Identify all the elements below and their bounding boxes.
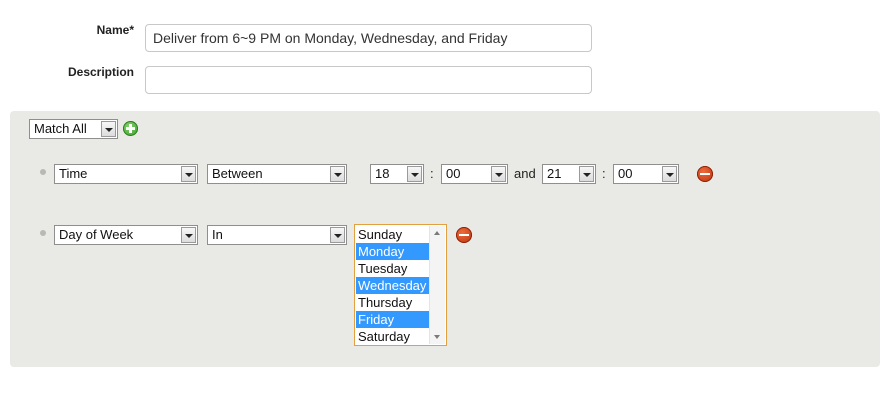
chevron-down-icon [330,227,345,243]
end-minute-value: 00 [618,166,633,181]
rule-bullet [40,169,46,175]
match-mode-select[interactable]: Match All [29,119,118,139]
plus-circle-icon[interactable] [123,121,138,136]
name-label: Name* [96,23,134,37]
end-hour-select[interactable]: 21 [542,164,596,184]
day-rule-operator-value: In [212,227,223,242]
day-option[interactable]: Monday [356,243,430,260]
start-hour-select[interactable]: 18 [370,164,424,184]
start-minute-value: 00 [446,166,461,181]
day-option[interactable]: Wednesday [356,277,430,294]
time-rule-operator-select[interactable]: Between [207,164,347,184]
day-option[interactable]: Friday [356,311,430,328]
chevron-down-icon [181,166,196,182]
chevron-down-icon [662,166,677,182]
minus-circle-icon[interactable] [456,227,472,243]
listbox-scrollbar[interactable] [429,226,445,344]
chevron-down-icon [407,166,422,182]
rule-editor-page: Name* Deliver from 6~9 PM on Monday, Wed… [0,0,891,396]
day-rule-field-select[interactable]: Day of Week [54,225,198,245]
chevron-down-icon [181,227,196,243]
start-hour-value: 18 [375,166,390,181]
day-rule-field-value: Day of Week [59,227,134,242]
time-rule-field-select[interactable]: Time [54,164,198,184]
name-input[interactable]: Deliver from 6~9 PM on Monday, Wednesday… [145,24,592,52]
description-label: Description [67,65,134,79]
time-rule-operator-value: Between [212,166,263,181]
chevron-down-icon [491,166,506,182]
chevron-down-icon [330,166,345,182]
match-mode-value: Match All [34,121,87,136]
day-option[interactable]: Thursday [356,294,430,311]
end-minute-select[interactable]: 00 [613,164,679,184]
day-option[interactable]: Saturday [356,328,430,345]
day-of-week-listbox[interactable]: Sunday Monday Tuesday Wednesday Thursday… [354,224,447,346]
time-rule-field-value: Time [59,166,88,181]
day-option[interactable]: Sunday [356,226,430,243]
day-option[interactable]: Tuesday [356,260,430,277]
scroll-down-arrow-icon[interactable] [434,335,440,339]
day-rule-operator-select[interactable]: In [207,225,347,245]
scroll-up-arrow-icon[interactable] [434,231,440,235]
chevron-down-icon [101,121,116,137]
rule-bullet [40,230,46,236]
description-input[interactable] [145,66,592,94]
end-hour-value: 21 [547,166,562,181]
and-label: and [514,166,536,181]
minus-circle-icon[interactable] [697,166,713,182]
chevron-down-icon [579,166,594,182]
time-colon: : [430,166,434,181]
start-minute-select[interactable]: 00 [441,164,508,184]
time-colon: : [602,166,606,181]
